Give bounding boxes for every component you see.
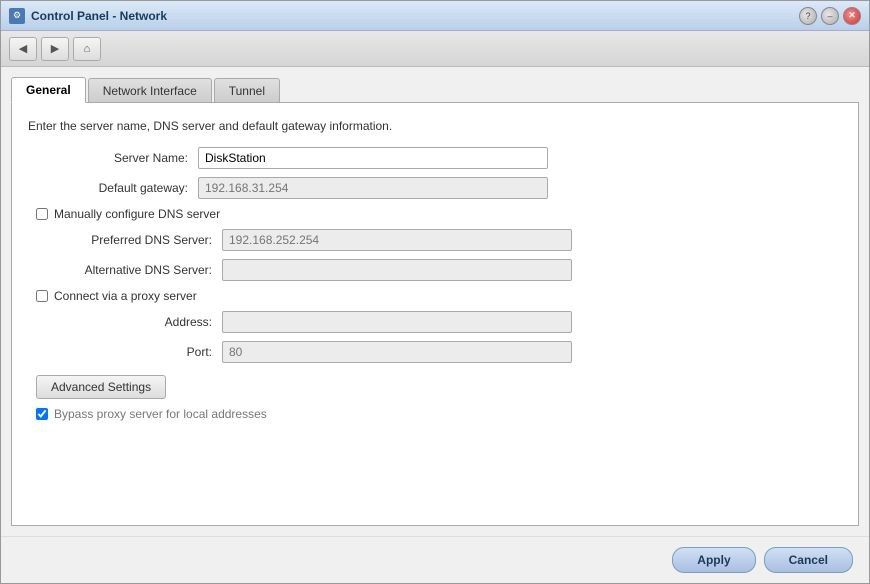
dns-checkbox[interactable]	[36, 208, 48, 220]
window: ⚙ Control Panel - Network ? – ✕ ◀ ▶ ⌂ Ge…	[0, 0, 870, 584]
proxy-checkbox-label[interactable]: Connect via a proxy server	[54, 289, 197, 303]
window-title: Control Panel - Network	[31, 9, 167, 23]
panel-description: Enter the server name, DNS server and de…	[28, 119, 842, 133]
dns-checkbox-label[interactable]: Manually configure DNS server	[54, 207, 220, 221]
preferred-dns-row: Preferred DNS Server:	[52, 229, 842, 251]
server-name-row: Server Name:	[28, 147, 842, 169]
bypass-checkbox-label[interactable]: Bypass proxy server for local addresses	[54, 407, 267, 421]
preferred-dns-label: Preferred DNS Server:	[52, 233, 222, 247]
cancel-button[interactable]: Cancel	[764, 547, 853, 573]
proxy-checkbox-row: Connect via a proxy server	[36, 289, 842, 303]
proxy-address-row: Address:	[52, 311, 842, 333]
default-gateway-row: Default gateway:	[28, 177, 842, 199]
alternative-dns-label: Alternative DNS Server:	[52, 263, 222, 277]
proxy-port-label: Port:	[52, 345, 222, 359]
back-button[interactable]: ◀	[9, 37, 37, 61]
proxy-port-input[interactable]	[222, 341, 572, 363]
dns-checkbox-row: Manually configure DNS server	[36, 207, 842, 221]
title-bar: ⚙ Control Panel - Network ? – ✕	[1, 1, 869, 31]
bypass-checkbox[interactable]	[36, 408, 48, 420]
general-panel: Enter the server name, DNS server and de…	[11, 102, 859, 526]
apply-button[interactable]: Apply	[672, 547, 755, 573]
minimize-button[interactable]: –	[821, 7, 839, 25]
proxy-address-input[interactable]	[222, 311, 572, 333]
title-bar-left: ⚙ Control Panel - Network	[9, 8, 167, 24]
advanced-settings-button[interactable]: Advanced Settings	[36, 375, 166, 399]
tab-general[interactable]: General	[11, 77, 86, 103]
proxy-checkbox[interactable]	[36, 290, 48, 302]
tab-network-interface[interactable]: Network Interface	[88, 78, 212, 103]
proxy-port-row: Port:	[52, 341, 842, 363]
title-bar-right: ? – ✕	[799, 7, 861, 25]
default-gateway-input[interactable]	[198, 177, 548, 199]
bottom-bar: Apply Cancel	[1, 536, 869, 583]
alternative-dns-row: Alternative DNS Server:	[52, 259, 842, 281]
preferred-dns-input[interactable]	[222, 229, 572, 251]
help-button[interactable]: ?	[799, 7, 817, 25]
default-gateway-label: Default gateway:	[28, 181, 198, 195]
close-button[interactable]: ✕	[843, 7, 861, 25]
bypass-row: Bypass proxy server for local addresses	[36, 407, 842, 421]
toolbar: ◀ ▶ ⌂	[1, 31, 869, 67]
tabs: General Network Interface Tunnel	[11, 77, 859, 103]
home-button[interactable]: ⌂	[73, 37, 101, 61]
alternative-dns-input[interactable]	[222, 259, 572, 281]
content-area: General Network Interface Tunnel Enter t…	[1, 67, 869, 536]
forward-button[interactable]: ▶	[41, 37, 69, 61]
server-name-input[interactable]	[198, 147, 548, 169]
proxy-address-label: Address:	[52, 315, 222, 329]
app-icon: ⚙	[9, 8, 25, 24]
tab-tunnel[interactable]: Tunnel	[214, 78, 280, 103]
server-name-label: Server Name:	[28, 151, 198, 165]
